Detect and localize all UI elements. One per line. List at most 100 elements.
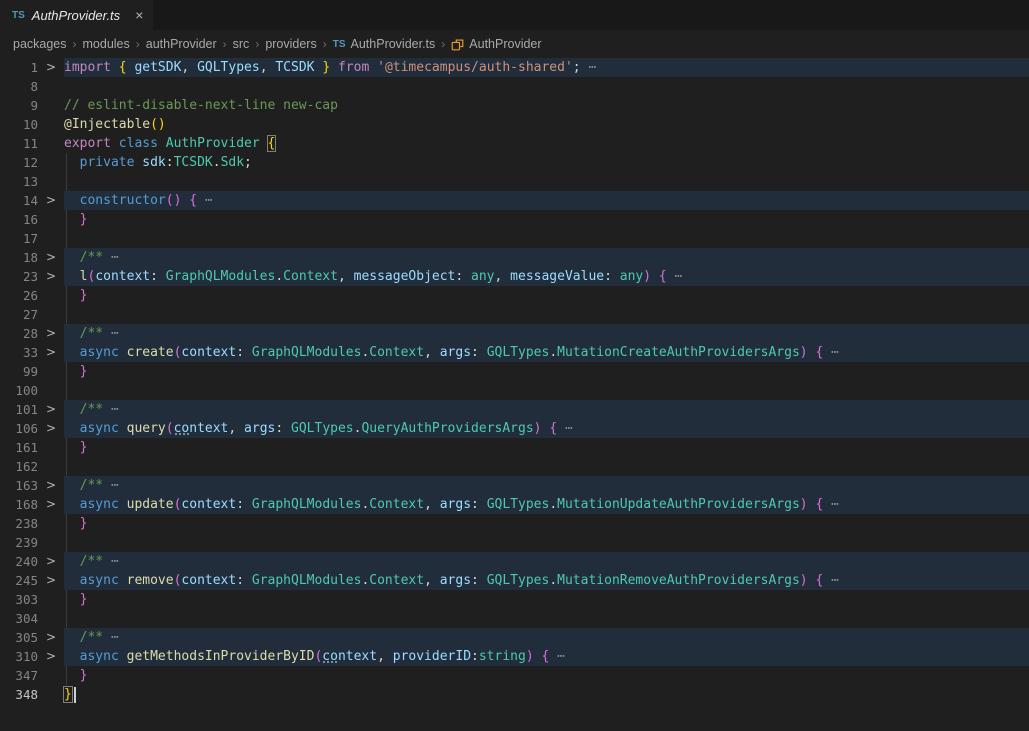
code-text[interactable] — [64, 77, 1029, 96]
code-line[interactable]: 26 } — [0, 286, 1029, 305]
fold-chevron-icon[interactable]: > — [38, 495, 64, 514]
fold-chevron-icon[interactable]: > — [38, 343, 64, 362]
code-line[interactable]: 13 — [0, 172, 1029, 191]
fold-chevron-icon[interactable]: > — [38, 647, 64, 666]
code-line[interactable]: 239 — [0, 533, 1029, 552]
fold-chevron-icon[interactable]: > — [38, 267, 64, 286]
code-line[interactable]: 163> /** ⋯ — [0, 476, 1029, 495]
code-text[interactable]: // eslint-disable-next-line new-cap — [64, 96, 1029, 115]
fold-chevron-icon[interactable]: > — [38, 400, 64, 419]
fold-chevron-icon[interactable]: > — [38, 476, 64, 495]
code-line[interactable]: 161 } — [0, 438, 1029, 457]
code-text[interactable]: } — [64, 514, 1029, 533]
code-line[interactable]: 168> async update(context: GraphQLModule… — [0, 495, 1029, 514]
code-text[interactable] — [64, 533, 1029, 552]
breadcrumb-item-modules[interactable]: modules — [83, 37, 130, 51]
breadcrumb: packages › modules › authProvider › src … — [0, 30, 1029, 58]
breadcrumb-item-authprovider[interactable]: authProvider — [146, 37, 217, 51]
code-text[interactable]: @Injectable() — [64, 115, 1029, 134]
code-line[interactable]: 162 — [0, 457, 1029, 476]
code-line[interactable]: 101> /** ⋯ — [0, 400, 1029, 419]
fold-chevron-icon[interactable]: > — [38, 58, 64, 77]
breadcrumb-item-src[interactable]: src — [233, 37, 250, 51]
fold-chevron-icon[interactable]: > — [38, 571, 64, 590]
code-line[interactable]: 100 — [0, 381, 1029, 400]
breadcrumb-item-file[interactable]: TS AuthProvider.ts — [333, 37, 436, 51]
fold-chevron-icon[interactable]: > — [38, 552, 64, 571]
code-line[interactable]: 14> constructor() { ⋯ — [0, 191, 1029, 210]
code-text[interactable]: /** ⋯ — [64, 476, 1029, 495]
fold-chevron-icon[interactable]: > — [38, 419, 64, 438]
code-line[interactable]: 245> async remove(context: GraphQLModule… — [0, 571, 1029, 590]
code-text[interactable]: async remove(context: GraphQLModules.Con… — [64, 571, 1029, 590]
code-line[interactable]: 27 — [0, 305, 1029, 324]
tab-authprovider[interactable]: TS AuthProvider.ts × — [0, 0, 153, 30]
code-token: , — [424, 345, 440, 360]
code-text[interactable] — [64, 457, 1029, 476]
code-text[interactable] — [64, 229, 1029, 248]
code-line[interactable]: 23> l(context: GraphQLModules.Context, m… — [0, 267, 1029, 286]
breadcrumb-item-symbol[interactable]: AuthProvider — [451, 37, 541, 51]
code-token: /** — [80, 402, 111, 417]
code-text[interactable]: /** ⋯ — [64, 324, 1029, 343]
code-text[interactable]: /** ⋯ — [64, 248, 1029, 267]
code-line[interactable]: 8 — [0, 77, 1029, 96]
code-text[interactable] — [64, 381, 1029, 400]
close-icon[interactable]: × — [135, 7, 143, 23]
code-text[interactable]: /** ⋯ — [64, 628, 1029, 647]
code-text[interactable]: private sdk:TCSDK.Sdk; — [64, 153, 1029, 172]
code-token: ⋯ — [823, 345, 839, 360]
code-text[interactable]: } — [64, 590, 1029, 609]
code-text[interactable]: async create(context: GraphQLModules.Con… — [64, 343, 1029, 362]
code-line[interactable]: 106> async query(context, args: GQLTypes… — [0, 419, 1029, 438]
code-token: context — [174, 421, 229, 436]
code-line[interactable]: 238 } — [0, 514, 1029, 533]
code-line[interactable]: 10@Injectable() — [0, 115, 1029, 134]
code-text[interactable]: } — [64, 362, 1029, 381]
code-line[interactable]: 348} — [0, 685, 1029, 704]
code-text[interactable] — [64, 609, 1029, 628]
fold-chevron-icon[interactable]: > — [38, 628, 64, 647]
code-text[interactable]: import { getSDK, GQLTypes, TCSDK } from … — [64, 58, 1029, 77]
code-line[interactable]: 28> /** ⋯ — [0, 324, 1029, 343]
code-text[interactable]: async getMethodsInProviderByID(context, … — [64, 647, 1029, 666]
code-token — [64, 497, 80, 512]
code-token: import — [64, 60, 119, 75]
code-line[interactable]: 304 — [0, 609, 1029, 628]
code-token — [64, 421, 80, 436]
code-line[interactable]: 240> /** ⋯ — [0, 552, 1029, 571]
fold-chevron-icon[interactable]: > — [38, 324, 64, 343]
fold-chevron-icon[interactable]: > — [38, 191, 64, 210]
code-text[interactable] — [64, 172, 1029, 191]
code-text[interactable]: l(context: GraphQLModules.Context, messa… — [64, 267, 1029, 286]
breadcrumb-item-providers[interactable]: providers — [265, 37, 316, 51]
code-text[interactable]: /** ⋯ — [64, 400, 1029, 419]
code-text[interactable]: async update(context: GraphQLModules.Con… — [64, 495, 1029, 514]
code-text[interactable]: constructor() { ⋯ — [64, 191, 1029, 210]
code-line[interactable]: 18> /** ⋯ — [0, 248, 1029, 267]
code-line[interactable]: 9// eslint-disable-next-line new-cap — [0, 96, 1029, 115]
code-text[interactable]: } — [64, 286, 1029, 305]
code-text[interactable]: } — [64, 666, 1029, 685]
code-text[interactable]: } — [64, 210, 1029, 229]
code-line[interactable]: 303 } — [0, 590, 1029, 609]
code-line[interactable]: 99 } — [0, 362, 1029, 381]
code-text[interactable]: async query(context, args: GQLTypes.Quer… — [64, 419, 1029, 438]
code-text[interactable]: } — [64, 438, 1029, 457]
code-line[interactable]: 17 — [0, 229, 1029, 248]
code-line[interactable]: 16 } — [0, 210, 1029, 229]
breadcrumb-item-packages[interactable]: packages — [13, 37, 67, 51]
code-line[interactable]: 310> async getMethodsInProviderByID(cont… — [0, 647, 1029, 666]
code-text[interactable]: /** ⋯ — [64, 552, 1029, 571]
code-line[interactable]: 1>import { getSDK, GQLTypes, TCSDK } fro… — [0, 58, 1029, 77]
code-line[interactable]: 33> async create(context: GraphQLModules… — [0, 343, 1029, 362]
code-token: , — [228, 421, 244, 436]
code-line[interactable]: 11export class AuthProvider { — [0, 134, 1029, 153]
code-line[interactable]: 305> /** ⋯ — [0, 628, 1029, 647]
code-line[interactable]: 347 } — [0, 666, 1029, 685]
code-text[interactable]: export class AuthProvider { — [64, 134, 1029, 153]
code-text[interactable] — [64, 305, 1029, 324]
code-text[interactable]: } — [64, 685, 1029, 704]
fold-chevron-icon[interactable]: > — [38, 248, 64, 267]
code-line[interactable]: 12 private sdk:TCSDK.Sdk; — [0, 153, 1029, 172]
